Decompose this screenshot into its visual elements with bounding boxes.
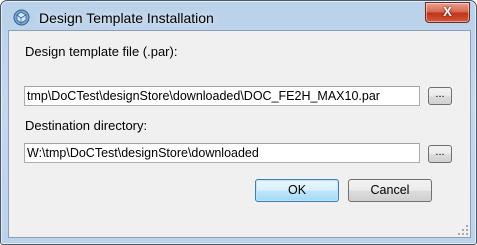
app-icon — [13, 9, 30, 26]
dialog-content: Design template file (.par): tmp\DoCTest… — [8, 30, 471, 238]
resize-grip-icon[interactable] — [456, 223, 468, 235]
template-file-value: tmp\DoCTest\designStore\downloaded\DOC_F… — [27, 89, 380, 103]
title-bar[interactable]: Design Template Installation X — [1, 1, 476, 31]
window-title: Design Template Installation — [39, 10, 214, 26]
browse-template-button[interactable]: ... — [428, 87, 452, 105]
destination-directory-label: Destination directory: — [25, 118, 148, 133]
destination-directory-field[interactable]: W:\tmp\DoCTest\designStore\downloaded — [24, 143, 420, 163]
cancel-button[interactable]: Cancel — [348, 179, 432, 202]
browse-destination-button[interactable]: ... — [428, 145, 452, 163]
dialog-window: Design Template Installation X Design te… — [0, 0, 477, 245]
template-file-label: Design template file (.par): — [25, 44, 178, 59]
template-file-field[interactable]: tmp\DoCTest\designStore\downloaded\DOC_F… — [24, 86, 420, 106]
destination-directory-value: W:\tmp\DoCTest\designStore\downloaded — [27, 146, 259, 160]
close-button[interactable]: X — [425, 2, 470, 23]
ok-button[interactable]: OK — [255, 179, 339, 202]
close-icon: X — [443, 4, 452, 19]
